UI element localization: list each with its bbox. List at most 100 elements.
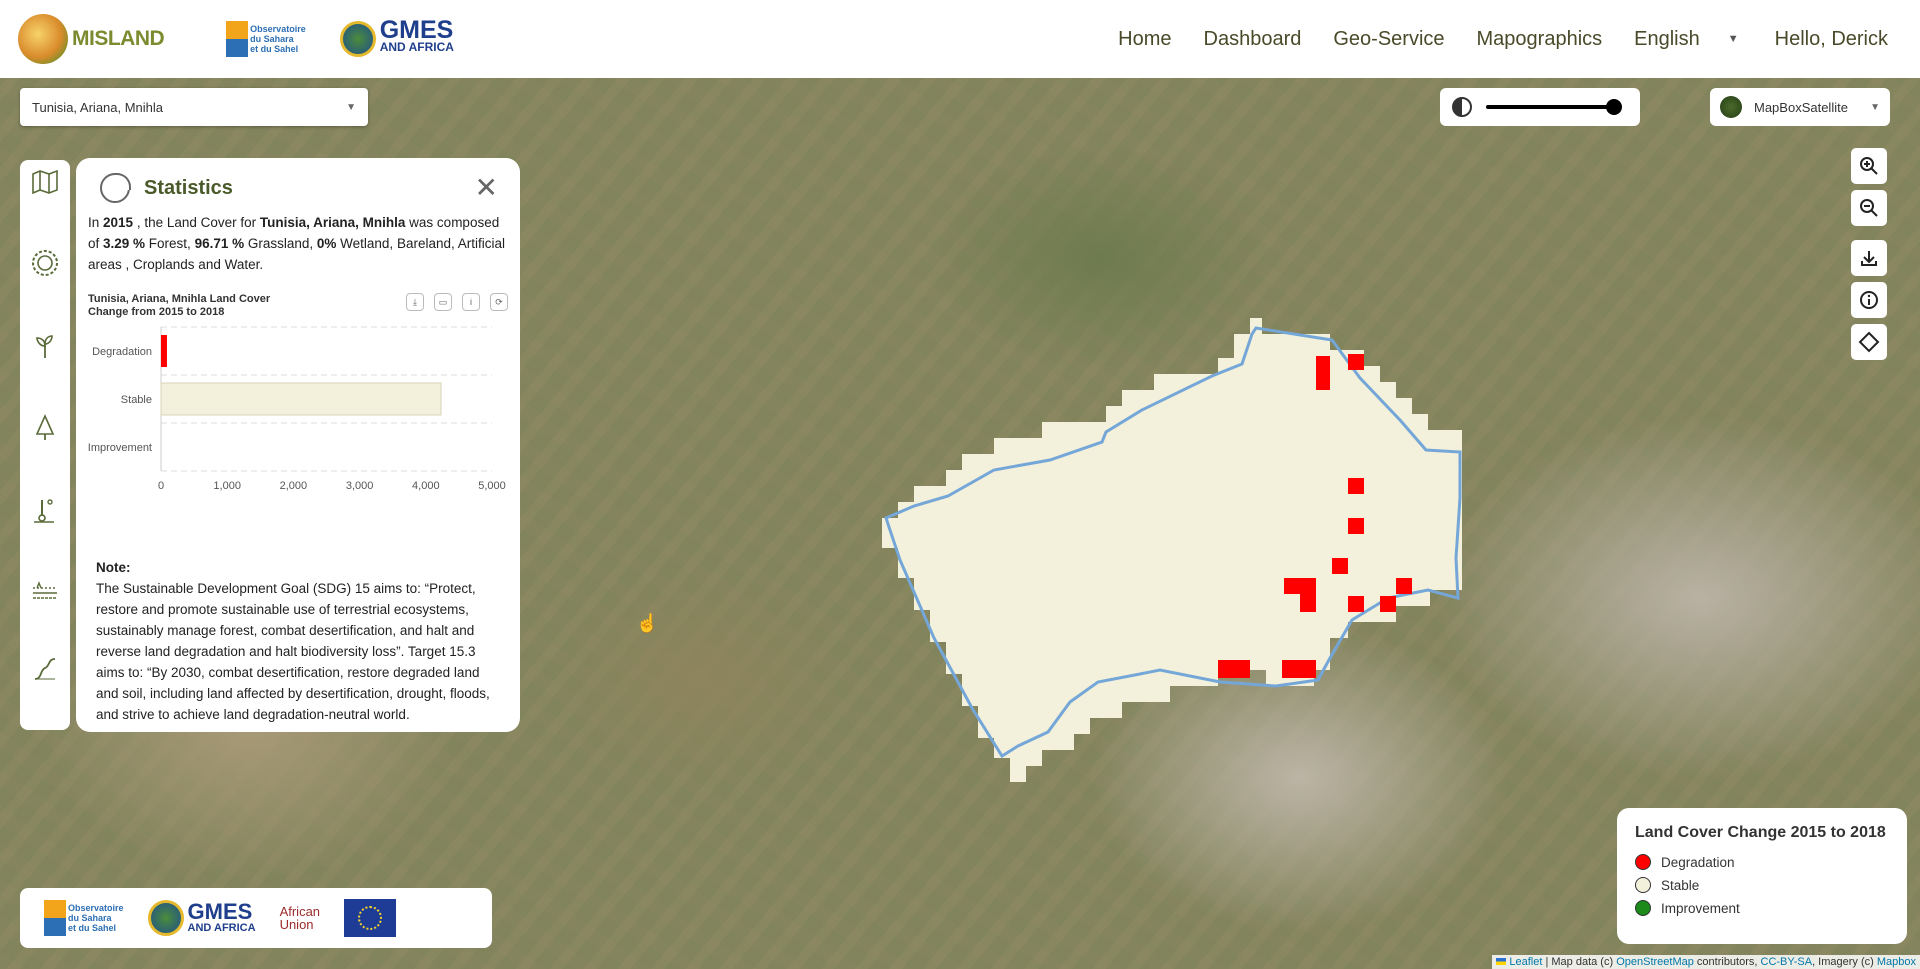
chevron-down-icon: ▼ <box>1870 101 1880 113</box>
mapbox-link[interactable]: Mapbox <box>1877 956 1916 968</box>
summary-text: Grassland, <box>244 236 317 251</box>
sidebar-item-forest[interactable] <box>28 414 62 442</box>
region-pixel-fill <box>882 318 1462 782</box>
summary-text: Forest, <box>145 236 195 251</box>
partner-logos: Observatoire du Sahara et du Sahel GMES … <box>20 888 492 948</box>
nav-geo-service[interactable]: Geo-Service <box>1333 28 1444 51</box>
degradation-cell <box>1282 660 1316 678</box>
language-label: English <box>1634 27 1700 50</box>
note-text: The Sustainable Development Goal (SDG) 1… <box>96 581 490 722</box>
gmes-title: GMES <box>379 16 454 44</box>
nav-home[interactable]: Home <box>1118 28 1171 51</box>
chart-category-label: Improvement <box>88 442 152 454</box>
sidebar-item-soil[interactable] <box>28 578 62 602</box>
leaflet-link[interactable]: Leaflet <box>1509 956 1542 968</box>
download-icon <box>1861 251 1877 266</box>
gmes-subtitle: AND AFRICA <box>379 40 454 54</box>
african-union-logo[interactable]: African Union <box>280 905 320 931</box>
language-select[interactable]: English ▼ <box>1634 28 1739 51</box>
summary-grass-pct: 96.71 % <box>194 236 245 251</box>
degradation-cell <box>1316 356 1330 372</box>
degradation-cell <box>1332 558 1348 574</box>
hand-cursor-icon: ☝ <box>636 613 659 633</box>
chart-tick-label: 5,000 <box>478 480 506 492</box>
info-button[interactable] <box>1851 282 1887 318</box>
gmes-logo: GMES AND AFRICA <box>339 16 454 57</box>
chart-tick-label: 0 <box>158 480 164 492</box>
misland-logo[interactable]: MISLAND <box>18 14 165 64</box>
polygon-icon <box>1858 331 1880 353</box>
legend-swatch <box>1635 900 1651 916</box>
chevron-down-icon: ▼ <box>346 101 356 113</box>
oss-text-line-1: Observatoire <box>250 24 306 34</box>
degradation-cell <box>1348 596 1364 612</box>
download-button[interactable] <box>1851 240 1887 276</box>
degradation-cell <box>1300 594 1316 612</box>
sidebar-item-map[interactable] <box>28 170 62 194</box>
au-text-line-2: Union <box>279 917 314 932</box>
zoom-out-icon <box>1860 199 1878 217</box>
gmes-globe-icon <box>339 21 376 57</box>
degradation-cell <box>1396 578 1412 594</box>
chart-refresh-button[interactable]: ⟳ <box>490 293 508 311</box>
nav-dashboard[interactable]: Dashboard <box>1204 28 1302 51</box>
chart-image-button[interactable]: ▭ <box>434 293 452 311</box>
legend-item-stable: Stable <box>1635 877 1889 893</box>
basemap-label: MapBoxSatellite <box>1754 99 1848 115</box>
logo-text: MISLAND <box>72 27 165 50</box>
degradation-cell <box>1348 354 1364 370</box>
gmes-partner-logo[interactable]: GMES AND AFRICA <box>147 898 256 936</box>
sidebar-item-vegetation[interactable] <box>28 332 62 360</box>
oss-text-line-2: du Sahara <box>250 34 294 44</box>
cc-link[interactable]: CC-BY-SA <box>1761 956 1813 968</box>
chart-tick-label: 2,000 <box>280 480 308 492</box>
chevron-down-icon: ▼ <box>1727 33 1739 45</box>
summary-forest-pct: 3.29 % <box>103 236 146 251</box>
chart-info-button[interactable]: i <box>462 293 480 311</box>
layer-sidebar <box>20 160 70 730</box>
gmes-title: GMES <box>187 898 253 924</box>
osm-link[interactable]: OpenStreetMap <box>1616 956 1694 968</box>
oss-map-icon <box>44 900 66 936</box>
note-section: Note: The Sustainable Development Goal (… <box>86 557 510 725</box>
opacity-slider[interactable] <box>1486 99 1622 115</box>
oss-partner-logo[interactable]: Observatoire du Sahara et du Sahel <box>44 900 124 936</box>
misland-globe-icon <box>18 14 68 64</box>
basemap-select[interactable]: MapBoxSatellite ▼ <box>1710 88 1890 126</box>
land-cover-change-chart: Degradation Stable Improvement 0 1,000 2,000 3… <box>88 326 506 492</box>
draw-polygon-button[interactable] <box>1851 324 1887 360</box>
summary-zero-pct: 0% <box>316 236 337 251</box>
top-navbar: MISLAND Observatoire du Sahara et du Sah… <box>0 0 1920 78</box>
statistics-header: Statistics ✕ <box>86 168 510 208</box>
basemap-thumbnail-icon <box>1720 96 1742 118</box>
statistics-title: Statistics <box>144 176 233 199</box>
user-greeting[interactable]: Hello, Derick <box>1775 28 1888 51</box>
opacity-slider-handle[interactable] <box>1606 99 1622 115</box>
sidebar-item-land-cover[interactable] <box>28 248 62 278</box>
thermometer-icon <box>34 499 54 523</box>
chart-download-button[interactable]: ⤓ <box>406 293 424 311</box>
eu-flag-logo[interactable] <box>344 899 397 937</box>
chart-tick-label: 1,000 <box>213 480 241 492</box>
main-nav: Home Dashboard Geo-Service Mapographics … <box>1118 0 1920 78</box>
sidebar-item-climate[interactable] <box>28 496 62 524</box>
sidebar-item-trend[interactable] <box>28 656 62 682</box>
zoom-in-button[interactable] <box>1851 148 1887 184</box>
degradation-cell <box>1284 578 1316 594</box>
trend-curve-icon <box>34 658 56 680</box>
land-cover-icon <box>32 250 58 276</box>
pie-chart-icon <box>100 173 131 203</box>
download-icon: ⤓ <box>413 296 417 307</box>
legend-label: Degradation <box>1661 854 1735 870</box>
chart-category-label: Degradation <box>92 346 152 358</box>
note-label: Note: <box>96 560 131 575</box>
close-button[interactable]: ✕ <box>475 174 498 202</box>
nav-mapographics[interactable]: Mapographics <box>1477 28 1603 51</box>
eu-stars-icon <box>358 906 383 930</box>
gmes-globe-icon <box>147 900 184 936</box>
map-canvas[interactable]: Tunisia, Ariana, Mnihla ▼ MapBoxSatellit… <box>0 78 1920 969</box>
zoom-out-button[interactable] <box>1851 190 1887 226</box>
summary-text: In <box>88 215 104 230</box>
legend-item-degradation: Degradation <box>1635 854 1889 870</box>
location-select[interactable]: Tunisia, Ariana, Mnihla ▼ <box>20 88 368 126</box>
